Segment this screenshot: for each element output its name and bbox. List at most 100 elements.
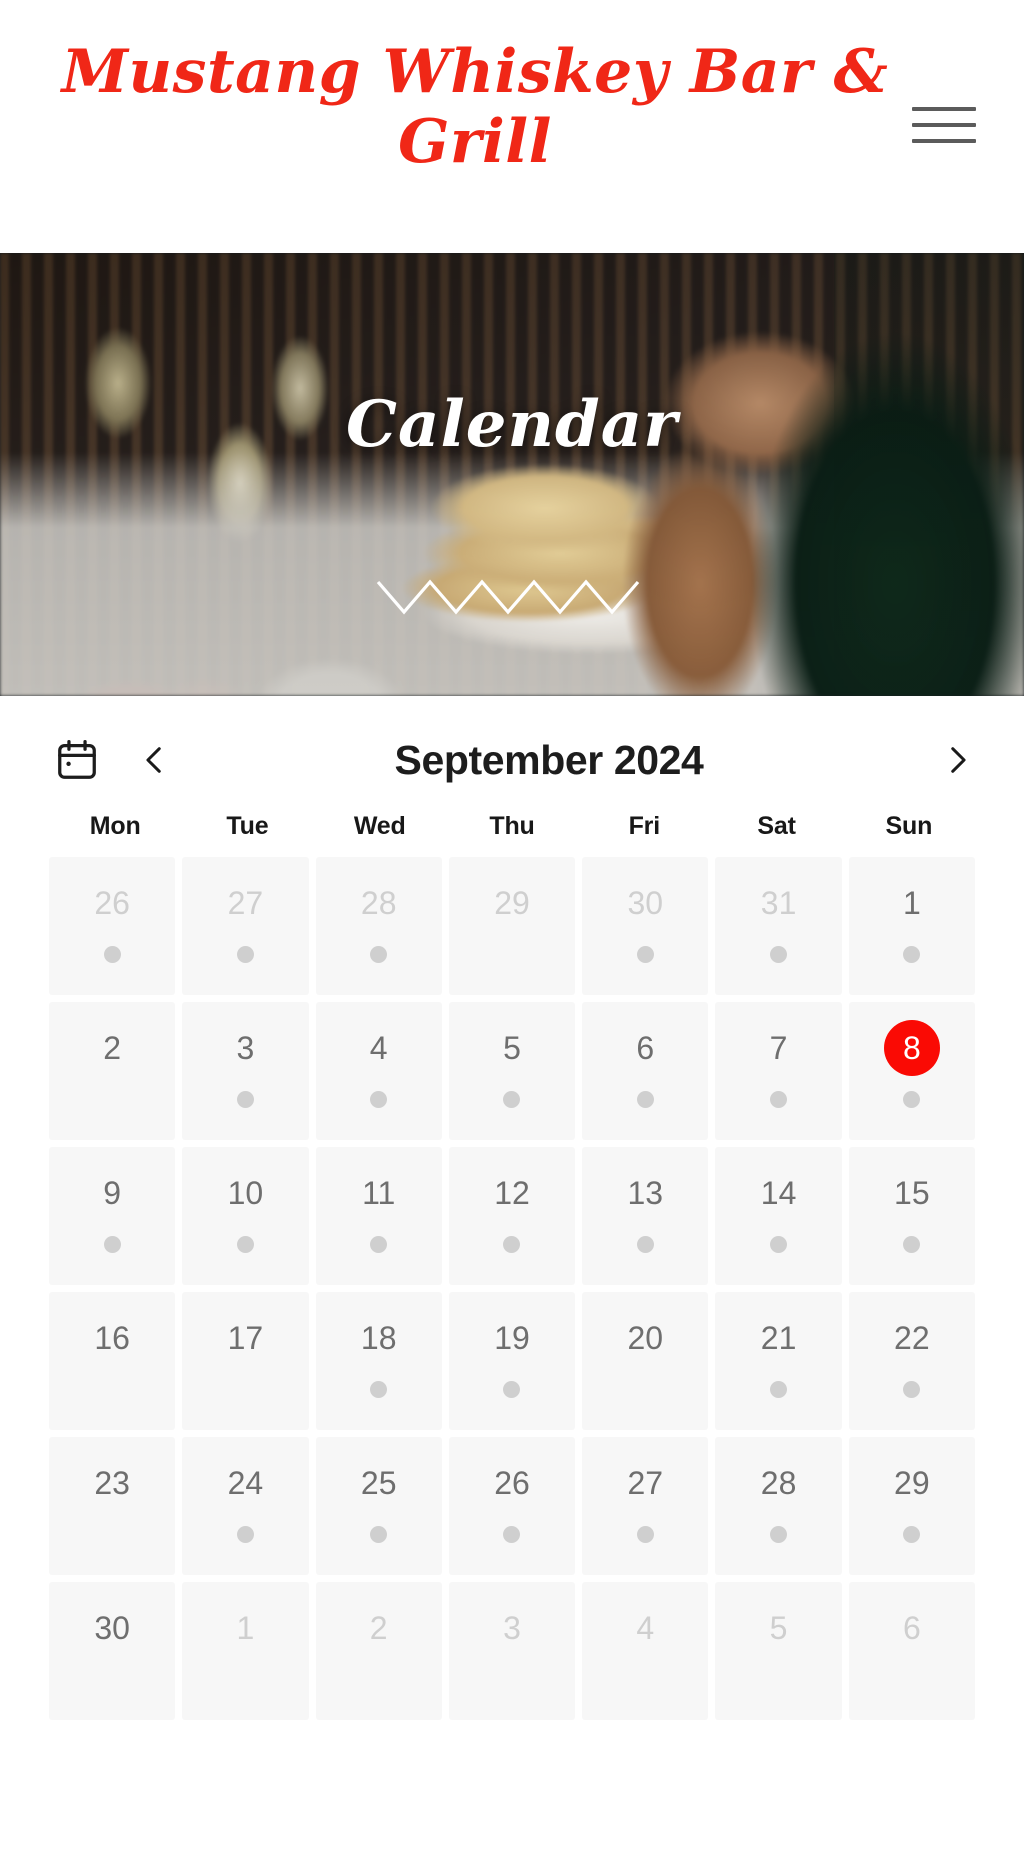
calendar-day-cell[interactable]: 17 [182,1292,309,1430]
calendar-day-number: 5 [503,1030,521,1066]
calendar-day-cell[interactable]: 29 [448,857,576,995]
event-indicator-dot [770,1236,788,1253]
calendar-day-cell[interactable]: 3 [448,1582,576,1720]
calendar-day-cell[interactable]: 8 [848,1002,975,1140]
calendar-day-cell[interactable]: 10 [182,1147,309,1285]
calendar-day-number: 4 [636,1610,655,1646]
calendar-day-cell[interactable]: 6 [848,1582,975,1720]
calendar-day-cell[interactable]: 3 [182,1002,309,1140]
calendar-day-cell[interactable]: 1 [182,1582,309,1720]
calendar-day-cell[interactable]: 2 [315,1582,442,1720]
hero-title: Calendar [346,387,678,462]
hero-banner: Calendar [0,253,1024,696]
calendar-day-cell[interactable]: 5 [715,1582,842,1720]
event-indicator-dot [903,1091,921,1108]
calendar-day-cell[interactable]: 7 [715,1002,842,1140]
event-indicator-dot [370,1236,388,1253]
calendar-day-number: 2 [103,1030,122,1066]
event-indicator-dot [370,1526,388,1543]
calendar-weekday-thu: Thu [489,812,535,840]
event-indicator-dot [503,1236,521,1253]
next-month-button[interactable] [931,732,983,788]
event-indicator-dot [103,1236,121,1253]
calendar-day-number: 22 [894,1320,930,1356]
calendar-day-number: 28 [360,885,397,921]
hero-overlay [0,253,1024,696]
calendar-day-cell[interactable]: 14 [715,1147,842,1285]
calendar-day-cell[interactable]: 28 [315,857,442,995]
calendar-day-cell[interactable]: 20 [582,1292,709,1430]
calendar-day-number: 12 [494,1175,530,1211]
calendar-day-number: 1 [236,1610,255,1646]
calendar-day-cell[interactable]: 9 [49,1147,176,1285]
event-indicator-dot [903,1236,921,1253]
hamburger-menu-icon[interactable] [908,95,982,155]
hamburger-bar-1 [912,107,976,111]
calendar-day-cell[interactable]: 12 [448,1147,576,1285]
calendar-day-cell[interactable]: 13 [582,1147,709,1285]
calendar-day-cell[interactable]: 31 [715,857,842,995]
event-indicator-dot [236,1526,254,1543]
previous-month-button[interactable] [129,732,181,788]
calendar-day-grid: 26 27 28 29 30 31 1 2 3 4 5 6 7 8 9 10 11 12 13 14 15 16 17 18 1… [0,857,1024,1720]
calendar-day-cell[interactable]: 16 [49,1292,176,1430]
calendar-day-cell[interactable]: 29 [848,1437,975,1575]
calendar-day-number: 28 [760,1465,797,1501]
page-title: Mustang Whiskey Bar & Grill [61,37,889,177]
event-indicator-dot [636,1236,654,1253]
calendar-day-number: 13 [627,1175,664,1211]
calendar-day-number: 26 [94,885,130,921]
calendar-day-number: 18 [360,1320,397,1356]
calendar-day-cell[interactable]: 1 [848,857,975,995]
event-indicator-dot [636,1091,654,1108]
calendar-day-cell[interactable]: 19 [448,1292,576,1430]
calendar-day-number: 1 [902,885,921,921]
calendar-day-cell[interactable]: 22 [848,1292,975,1430]
calendar-day-number: 14 [760,1175,797,1211]
calendar-day-number: 19 [494,1320,530,1356]
calendar-day-cell[interactable]: 6 [582,1002,709,1140]
calendar-day-number: 3 [503,1610,521,1646]
calendar-day-cell[interactable]: 25 [315,1437,442,1575]
calendar-day-cell[interactable]: 11 [315,1147,442,1285]
calendar-day-cell[interactable]: 27 [182,857,309,995]
calendar-day-cell[interactable]: 26 [49,857,176,995]
calendar-day-number: 17 [227,1320,264,1356]
calendar-weekday-header: Mon Tue Wed Thu Fri Sat Sun [0,812,1024,841]
calendar-day-cell[interactable]: 26 [448,1437,576,1575]
event-indicator-dot [903,1381,921,1398]
calendar-day-cell[interactable]: 27 [582,1437,709,1575]
calendar-day-cell[interactable]: 18 [315,1292,442,1430]
calendar-weekday-mon: Mon [89,812,141,840]
calendar-day-cell[interactable]: 4 [582,1582,709,1720]
calendar-day-cell[interactable]: 24 [182,1437,309,1575]
event-indicator-dot [903,946,921,963]
calendar-day-number: 26 [494,1465,530,1501]
calendar-day-cell[interactable]: 4 [315,1002,442,1140]
calendar-weekday-sat: Sat [757,812,796,840]
calendar-toolbar: September 2024 [0,714,1024,806]
calendar-day-number: 2 [369,1610,388,1646]
calendar-day-number: 8 [883,1020,940,1076]
calendar-day-number: 11 [362,1175,396,1211]
event-indicator-dot [370,946,388,963]
calendar-day-cell[interactable]: 21 [715,1292,842,1430]
calendar-day-number: 29 [894,1465,930,1501]
calendar-day-number: 9 [103,1175,122,1211]
calendar-weekday-wed: Wed [353,812,406,840]
calendar-day-cell[interactable]: 30 [49,1582,176,1720]
calendar-day-cell[interactable]: 5 [448,1002,576,1140]
calendar-widget: September 2024 Mon Tue Wed Thu Fri Sat Sun 26 2… [0,696,1024,1720]
event-indicator-dot [503,1526,521,1543]
calendar-day-cell[interactable]: 2 [49,1002,176,1140]
hamburger-bar-3 [912,139,976,143]
calendar-day-number: 27 [227,885,264,921]
calendar-day-cell[interactable]: 15 [848,1147,975,1285]
calendar-weekday-fri: Fri [628,812,661,840]
calendar-icon[interactable] [49,732,105,788]
calendar-day-cell[interactable]: 28 [715,1437,842,1575]
calendar-day-number: 30 [627,885,664,921]
calendar-day-cell[interactable]: 23 [49,1437,176,1575]
calendar-day-cell[interactable]: 30 [582,857,709,995]
calendar-month-title: September 2024 [394,736,704,783]
